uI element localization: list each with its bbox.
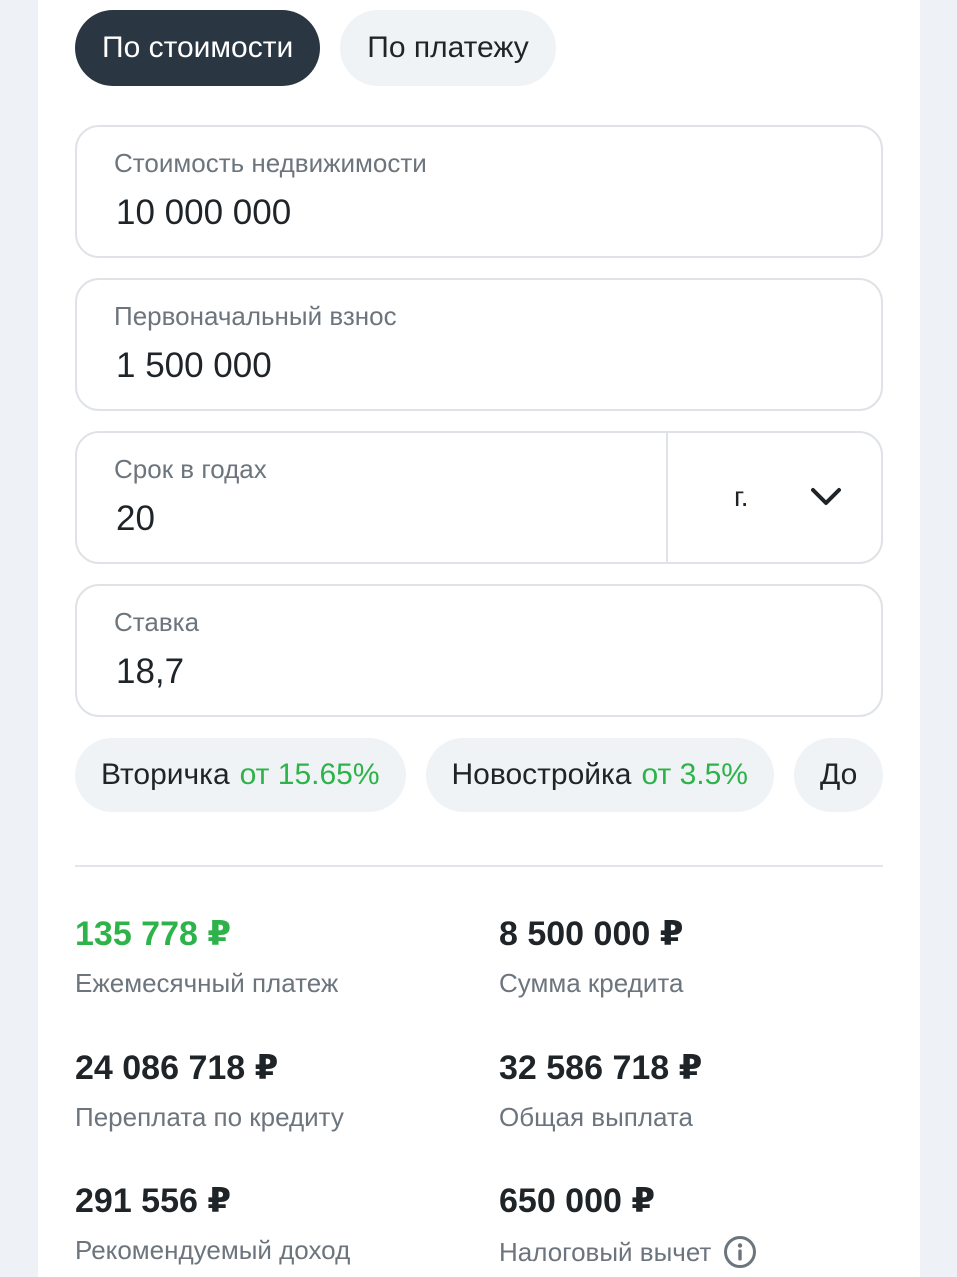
tax-deduction-result: 650 000 ₽ Налоговый вычет bbox=[499, 1181, 757, 1269]
term-input[interactable]: 20 bbox=[116, 499, 155, 539]
overpayment-result: 24 086 718 ₽ Переплата по кредиту bbox=[75, 1048, 344, 1133]
term-unit-value: г. bbox=[734, 481, 749, 512]
results-divider bbox=[75, 865, 883, 867]
down-payment-label: Первоначальный взнос bbox=[114, 301, 397, 331]
term-field[interactable]: Срок в годах 20 г. bbox=[75, 431, 883, 564]
chip-secondary-market[interactable]: Вторичка от 15.65% bbox=[75, 738, 406, 812]
total-payment-value: 32 586 718 ₽ bbox=[499, 1049, 703, 1087]
overpayment-label: Переплата по кредиту bbox=[75, 1102, 344, 1132]
chip-more[interactable]: До bbox=[793, 738, 884, 812]
chip-rate: от 3.5% bbox=[641, 758, 748, 791]
mode-tabs: По стоимости По платежу bbox=[75, 10, 556, 86]
tax-deduction-label: Налоговый вычет bbox=[499, 1236, 712, 1267]
property-cost-label: Стоимость недвижимости bbox=[114, 148, 427, 178]
chip-rate: от 15.65% bbox=[239, 758, 380, 791]
down-payment-input[interactable]: 1 500 000 bbox=[116, 346, 272, 386]
tab-by-payment[interactable]: По платежу bbox=[340, 10, 556, 86]
term-label: Срок в годах bbox=[114, 454, 267, 484]
chip-new-building[interactable]: Новостройка от 3.5% bbox=[425, 738, 774, 812]
loan-amount-result: 8 500 000 ₽ Сумма кредита bbox=[499, 914, 683, 999]
monthly-payment-result: 135 778 ₽ Ежемесячный платеж bbox=[75, 914, 338, 999]
tab-by-cost[interactable]: По стоимости bbox=[75, 10, 321, 86]
term-unit-select[interactable]: г. bbox=[668, 433, 881, 562]
rate-label: Ставка bbox=[114, 607, 200, 637]
info-icon[interactable] bbox=[723, 1235, 757, 1269]
chip-label: Новостройка bbox=[451, 758, 632, 791]
recommended-income-result: 291 556 ₽ Рекомендуемый доход bbox=[75, 1181, 350, 1266]
recommended-income-label: Рекомендуемый доход bbox=[75, 1235, 351, 1265]
chevron-down-icon[interactable] bbox=[808, 485, 844, 509]
rate-input[interactable]: 18,7 bbox=[116, 652, 184, 692]
chip-label: Вторичка bbox=[101, 758, 230, 791]
rate-field[interactable]: Ставка 18,7 bbox=[75, 584, 883, 717]
tax-deduction-value: 650 000 ₽ bbox=[499, 1182, 656, 1220]
rate-presets: Вторичка от 15.65% Новостройка от 3.5% Д… bbox=[75, 738, 884, 812]
total-payment-label: Общая выплата bbox=[499, 1102, 693, 1132]
recommended-income-value: 291 556 ₽ bbox=[75, 1182, 232, 1220]
total-payment-result: 32 586 718 ₽ Общая выплата bbox=[499, 1048, 702, 1133]
chip-label: До bbox=[819, 758, 858, 791]
property-cost-input[interactable]: 10 000 000 bbox=[116, 193, 291, 233]
mortgage-calculator: По стоимости По платежу Стоимость недвиж… bbox=[38, 0, 920, 1277]
loan-amount-label: Сумма кредита bbox=[499, 968, 684, 998]
monthly-payment-value: 135 778 ₽ bbox=[75, 915, 232, 953]
tax-deduction-row: Налоговый вычет bbox=[499, 1235, 757, 1269]
monthly-payment-label: Ежемесячный платеж bbox=[75, 968, 339, 998]
down-payment-field[interactable]: Первоначальный взнос 1 500 000 bbox=[75, 278, 883, 411]
overpayment-value: 24 086 718 ₽ bbox=[75, 1049, 279, 1087]
loan-amount-value: 8 500 000 ₽ bbox=[499, 915, 684, 953]
property-cost-field[interactable]: Стоимость недвижимости 10 000 000 bbox=[75, 125, 883, 258]
